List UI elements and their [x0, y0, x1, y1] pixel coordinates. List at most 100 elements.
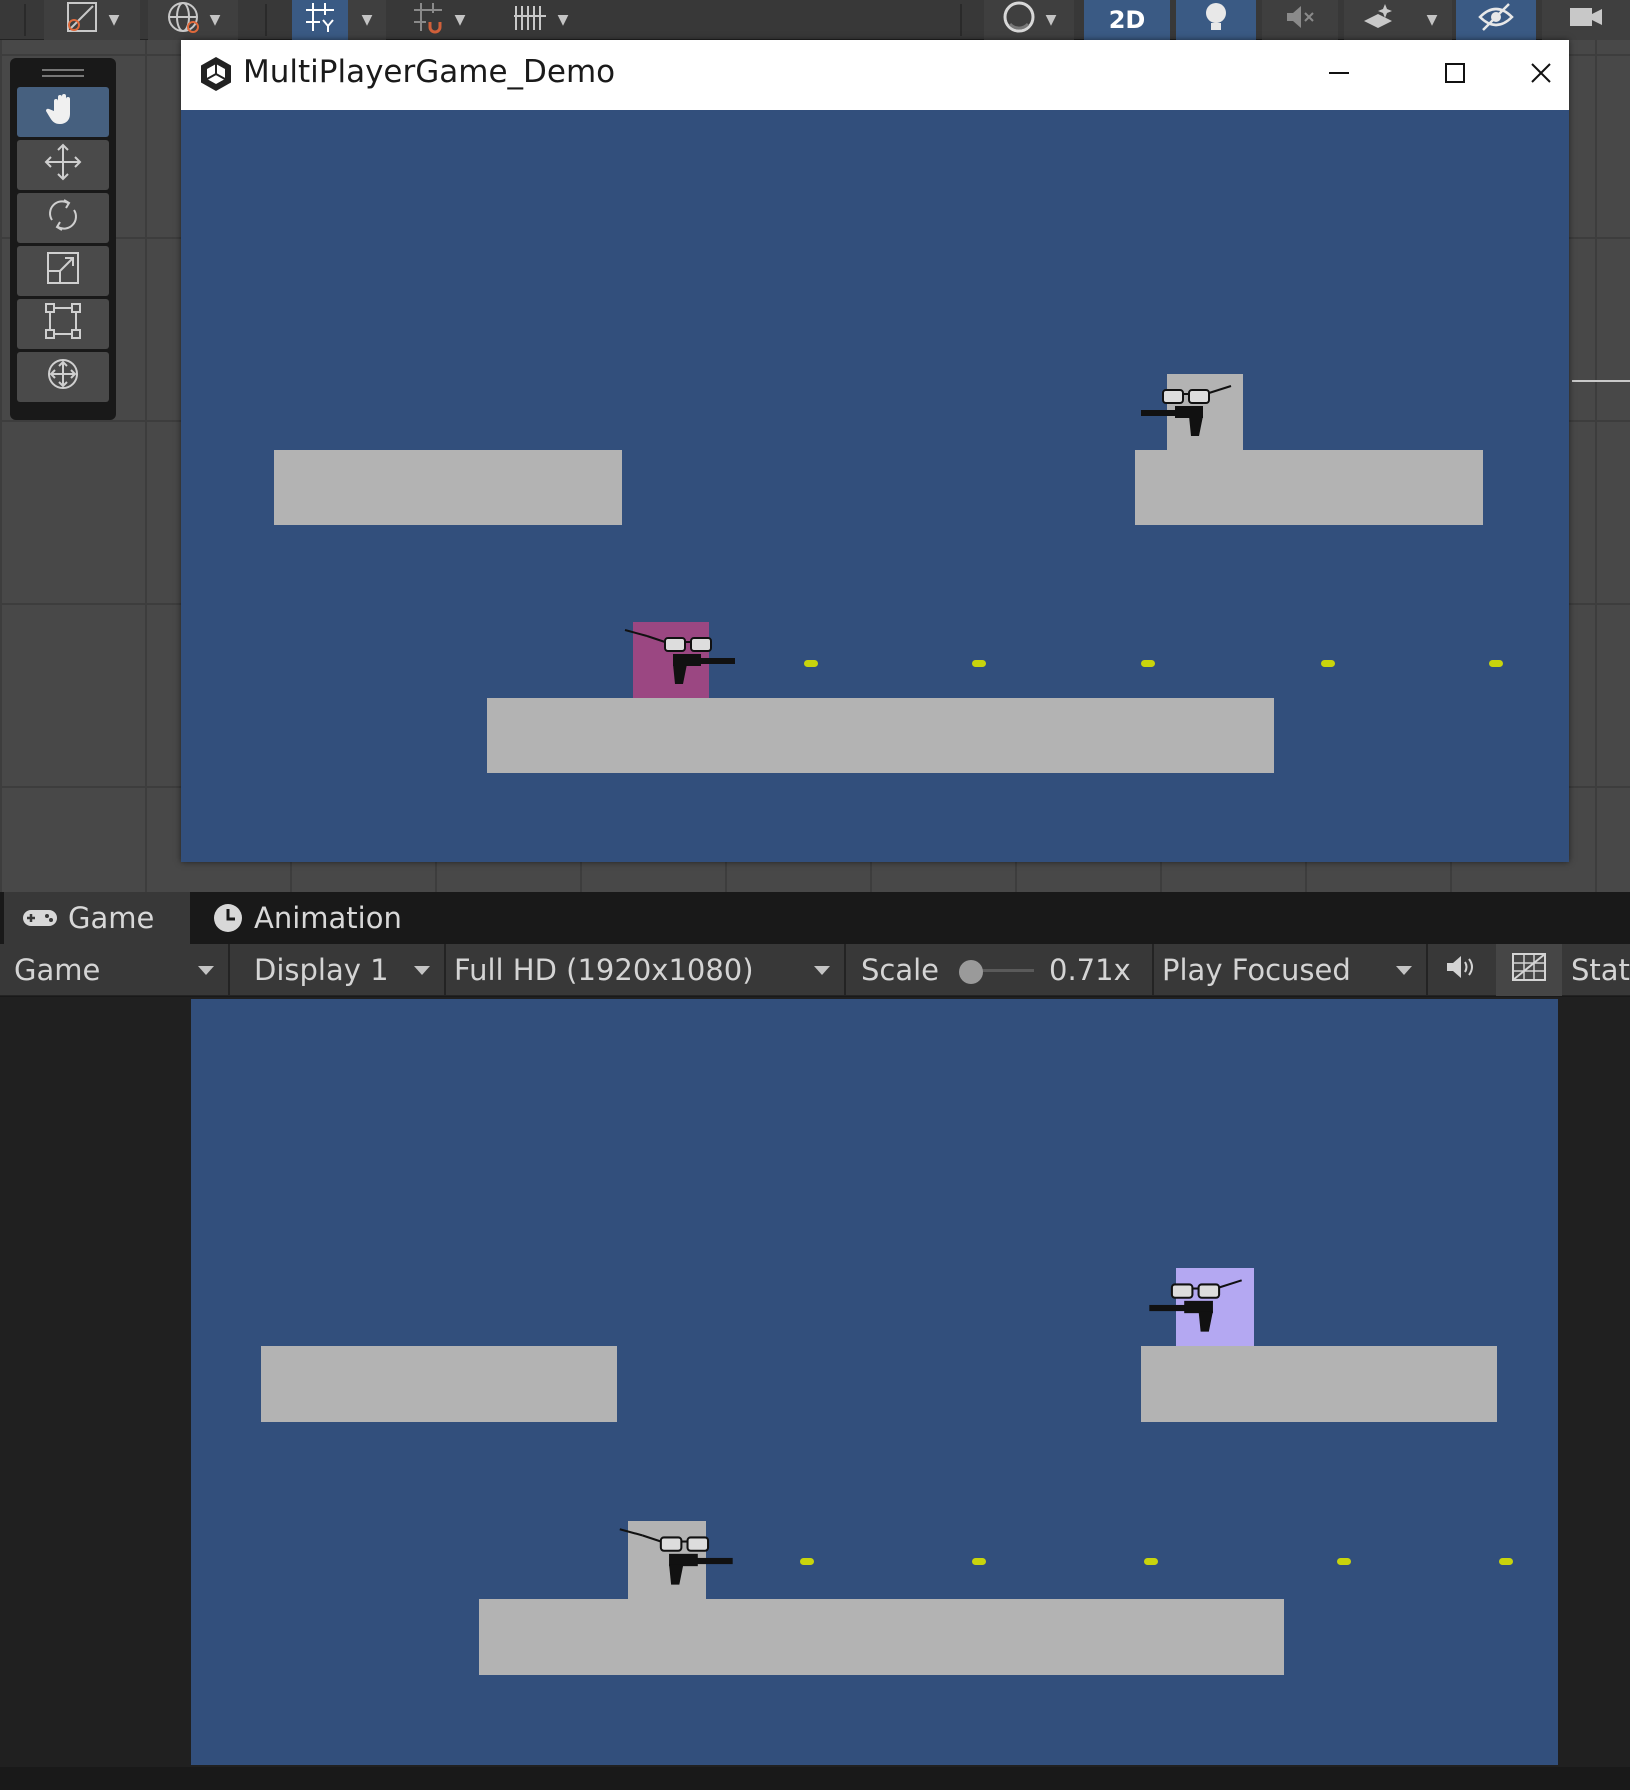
- gizmos-grid-icon: [1511, 952, 1547, 989]
- transform-icon: [43, 354, 83, 401]
- light-bulb-icon: [1201, 0, 1231, 40]
- play-mode-label: Play Focused: [1162, 953, 1351, 987]
- rect-tool-button[interactable]: [17, 299, 109, 349]
- pistol-icon: [673, 654, 735, 684]
- game-view-area: [0, 997, 1630, 1767]
- grid-snapping-button[interactable]: [292, 0, 348, 40]
- audio-mute-icon: [1283, 2, 1317, 38]
- bullet: [1141, 660, 1155, 667]
- display-dropdown[interactable]: Display 1: [230, 944, 444, 996]
- tool-palette-grip[interactable]: [10, 62, 116, 84]
- grid-snap-icon: [303, 0, 337, 40]
- draw-mode-button[interactable]: ▼: [44, 0, 140, 40]
- platform-bottom: [487, 698, 1274, 773]
- player-magenta: [624, 622, 735, 698]
- rotate-icon: [44, 196, 82, 241]
- player-lavender: [1149, 1268, 1254, 1346]
- tab-animation-label: Animation: [254, 901, 402, 935]
- pistol-icon: [1149, 1300, 1213, 1332]
- globe-icon: [166, 0, 200, 40]
- scale-icon: [45, 250, 81, 293]
- chevron-down-icon: [1396, 966, 1412, 975]
- sunglasses-icon: [619, 1528, 710, 1552]
- scale-label: Scale: [861, 953, 940, 987]
- effects-icon: [1361, 1, 1395, 39]
- bullet: [1144, 1558, 1158, 1565]
- grid-snapping-dropdown[interactable]: ▼: [348, 0, 386, 40]
- tab-game-label: Game: [68, 901, 155, 935]
- player-gray: [619, 1521, 733, 1599]
- close-button[interactable]: [1513, 40, 1569, 110]
- lighting-toggle-button[interactable]: [1176, 0, 1256, 40]
- display-label: Display 1: [254, 953, 389, 987]
- minimize-button[interactable]: [1281, 40, 1397, 110]
- gizmos-toggle-button[interactable]: [1496, 944, 1562, 996]
- sunglasses-icon: [1170, 1279, 1242, 1299]
- bullet: [804, 660, 818, 667]
- pistol-icon: [1141, 406, 1203, 436]
- move-tool-button[interactable]: [17, 140, 109, 190]
- player-gray: [1141, 374, 1243, 450]
- bullet: [972, 660, 986, 667]
- resolution-dropdown[interactable]: Full HD (1920x1080): [446, 944, 844, 996]
- maximize-button[interactable]: [1397, 40, 1513, 110]
- platform-right: [1141, 1346, 1497, 1422]
- hand-tool-button[interactable]: [17, 87, 109, 137]
- stats-label: Stat: [1571, 953, 1630, 987]
- bullet: [1321, 660, 1335, 667]
- view-mode-dropdown[interactable]: Game: [0, 944, 228, 996]
- bullet: [800, 1558, 814, 1565]
- chevron-down-icon: [814, 966, 830, 975]
- bullet: [972, 1558, 986, 1565]
- toolbar-separator: [265, 4, 267, 36]
- rect-icon: [44, 302, 82, 347]
- mute-audio-button[interactable]: [1428, 944, 1494, 996]
- global-toggle-button[interactable]: ▼: [148, 0, 238, 40]
- editor-status-bar: [0, 1767, 1630, 1790]
- camera-icon: [1568, 4, 1604, 36]
- sunglasses-icon: [1162, 385, 1232, 404]
- transform-tool-button[interactable]: [17, 352, 109, 402]
- game-window[interactable]: MultiPlayerGame_Demo: [181, 40, 1569, 862]
- hand-icon: [45, 91, 81, 134]
- play-mode-dropdown[interactable]: Play Focused: [1154, 944, 1426, 996]
- grid-visibility-button[interactable]: ▼: [498, 0, 582, 40]
- shading-mode-button[interactable]: ▼: [984, 0, 1074, 40]
- eye-hidden-icon: [1477, 2, 1515, 38]
- pistol-icon: [669, 1553, 733, 1585]
- platform-left: [274, 450, 622, 525]
- scene-visibility-button[interactable]: [1456, 0, 1536, 40]
- platform-right: [1135, 450, 1483, 525]
- bullet: [1489, 660, 1503, 667]
- tab-animation[interactable]: Animation: [200, 892, 420, 944]
- view-mode-label: Game: [14, 953, 101, 987]
- effects-dropdown[interactable]: ▼: [1412, 0, 1452, 40]
- rotate-tool-button[interactable]: [17, 193, 109, 243]
- 2d-toggle-button[interactable]: 2D: [1084, 0, 1170, 40]
- increment-snap-button[interactable]: ▼: [392, 0, 484, 40]
- gamepad-icon: [22, 907, 58, 929]
- bullet: [1499, 1558, 1513, 1565]
- window-titlebar[interactable]: MultiPlayerGame_Demo: [181, 40, 1569, 110]
- sphere-icon: [1002, 0, 1036, 40]
- unity-logo-icon: [197, 55, 235, 93]
- scale-tool-button[interactable]: [17, 246, 109, 296]
- editor-tab-bar: Game Animation: [0, 892, 1630, 944]
- resolution-label: Full HD (1920x1080): [454, 953, 754, 987]
- scale-slider-knob[interactable]: [959, 960, 983, 984]
- camera-settings-button[interactable]: [1542, 0, 1630, 40]
- build-game-canvas[interactable]: [181, 110, 1569, 862]
- bullet: [1337, 1558, 1351, 1565]
- speaker-icon: [1444, 953, 1478, 988]
- tab-game[interactable]: Game: [4, 892, 190, 944]
- move-icon: [43, 142, 83, 189]
- grid-icon: [512, 2, 548, 38]
- stats-button[interactable]: Stat: [1570, 944, 1630, 996]
- audio-toggle-button[interactable]: [1262, 0, 1338, 40]
- platform-left: [261, 1346, 617, 1422]
- toolbar-separator: [24, 4, 26, 36]
- editor-game-canvas[interactable]: [191, 999, 1558, 1765]
- effects-toggle-button[interactable]: [1344, 0, 1412, 40]
- close-icon: [1529, 61, 1553, 90]
- scene-toolbar: ▼ ▼ ▼ ▼ ▼ ▼ 2D ▼: [0, 0, 1630, 40]
